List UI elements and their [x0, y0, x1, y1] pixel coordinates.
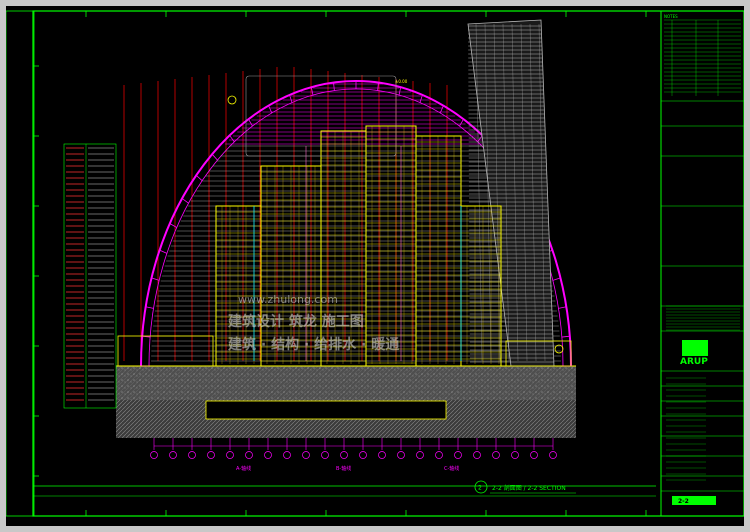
section-title: 2-2 剖面图 / 2-2 SECTION [492, 484, 566, 492]
section-drawing-canvas: A-轴线 B-轴线 C-轴线 ±0.00 2 2-2 剖面图 / 2-2 SEC… [6, 10, 744, 517]
dome-rib [195, 175, 203, 181]
grid-bubble-icon [321, 451, 329, 459]
grid-bubble-icon [473, 451, 481, 459]
grid-bubble-icon [226, 451, 234, 459]
dome-rib [558, 306, 567, 309]
level-scale [63, 143, 117, 409]
watermark: www.zhulong.com 建筑设计 筑龙 施工图 建筑 · 结构 · 给排… [228, 293, 399, 353]
title-block-frame [660, 10, 744, 517]
ground-fill [116, 366, 576, 400]
grid-bubble-icon [435, 451, 443, 459]
drawing-sheet: A-轴线 B-轴线 C-轴线 ±0.00 2 2-2 剖面图 / 2-2 SEC… [6, 6, 744, 526]
podium-detail-icon [554, 344, 564, 354]
grid-bubbles [150, 438, 557, 459]
grid-bubble-icon [397, 451, 405, 459]
axis-label-a: A-轴线 [236, 465, 251, 472]
grid-bubble-icon [359, 451, 367, 459]
grid-bubble-icon [549, 451, 557, 459]
sheet-code: 2-2 [678, 498, 689, 505]
elevation-tag: ±0.00 [395, 79, 408, 84]
grid-bubble-icon [302, 451, 310, 459]
grid-bubble-icon [492, 451, 500, 459]
title-block: NOTES ARUP 2-2 [660, 10, 744, 517]
grid-bubble-icon [207, 451, 215, 459]
axis-labels: A-轴线 B-轴线 C-轴线 [236, 465, 459, 472]
section-title-block: 2 2-2 剖面图 / 2-2 SECTION [474, 480, 576, 494]
watermark-line-1: 建筑设计 筑龙 施工图 [228, 313, 364, 330]
section-marker-number: 2 [478, 485, 482, 492]
grid-bubble-icon [150, 451, 158, 459]
grid-bubble-icon [245, 451, 253, 459]
grid-bubble-icon [378, 451, 386, 459]
dome-rib [552, 277, 561, 281]
grid-bubble-icon [264, 451, 272, 459]
dome-rib [181, 198, 189, 204]
grid-bubble-icon [454, 451, 462, 459]
dome-rib [211, 153, 218, 161]
dome-rib [310, 87, 314, 96]
company-name: ARUP [680, 357, 708, 367]
grid-bubble-icon [340, 451, 348, 459]
dome-rib [229, 135, 235, 143]
grid-bubble-icon [530, 451, 538, 459]
dome-rib [159, 249, 168, 254]
grid-bubble-icon [511, 451, 519, 459]
watermark-url: www.zhulong.com [238, 293, 338, 306]
company-logo-box [682, 340, 708, 356]
elevation-marker-icon [227, 95, 237, 105]
grid-bubble-icon [169, 451, 177, 459]
binding-margin [6, 10, 35, 517]
dome-rib [145, 306, 154, 309]
axis-label-c: C-轴线 [444, 465, 459, 472]
dome-rib [398, 87, 402, 96]
tower-elevation [467, 19, 555, 367]
cad-viewport: A-轴线 B-轴线 C-轴线 ±0.00 2 2-2 剖面图 / 2-2 SEC… [0, 0, 750, 532]
grid-bubble-icon [416, 451, 424, 459]
frame-ticks [33, 11, 647, 516]
axis-label-b: B-轴线 [336, 465, 351, 472]
grid-bubble-icon [283, 451, 291, 459]
watermark-line-2: 建筑 · 结构 · 给排水 · 暖通 [228, 336, 399, 353]
outer-frame [32, 10, 744, 517]
dome-rib [561, 335, 570, 338]
basement-void [205, 400, 447, 420]
foundation [116, 365, 576, 438]
dome-rib [477, 135, 483, 143]
grid-bubble-icon [188, 451, 196, 459]
dome-rib [169, 223, 177, 228]
notes-header: NOTES [664, 14, 678, 19]
